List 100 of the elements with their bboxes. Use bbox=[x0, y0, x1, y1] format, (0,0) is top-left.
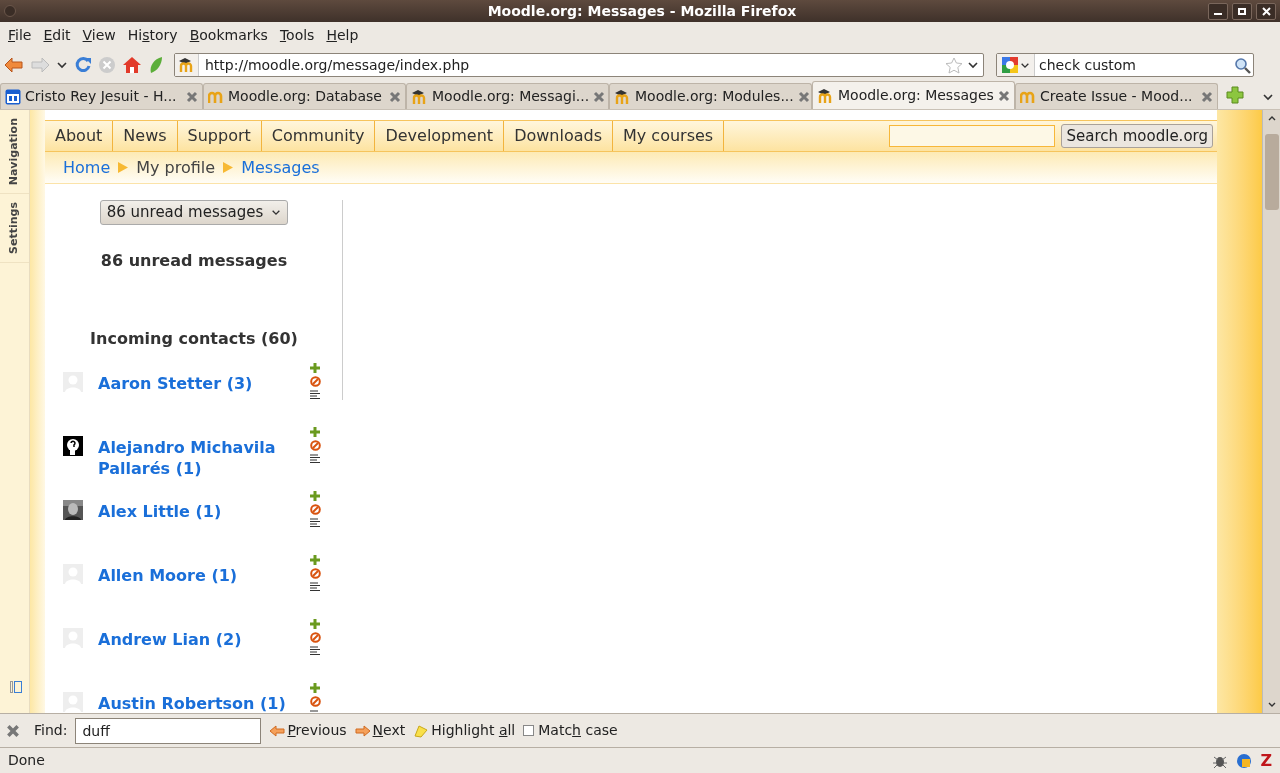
breadcrumb-item[interactable]: Home bbox=[63, 155, 111, 180]
block-icon[interactable] bbox=[309, 503, 321, 515]
close-button[interactable] bbox=[1256, 2, 1276, 20]
browser-tab[interactable]: Moodle.org: Database bbox=[203, 83, 406, 109]
contact-link[interactable]: Alejandro Michavila Pallarés (1) bbox=[98, 426, 288, 479]
contact-link[interactable]: Austin Robertson (1) bbox=[98, 682, 288, 713]
contact-link[interactable]: Alex Little (1) bbox=[98, 490, 288, 522]
block-icon[interactable] bbox=[309, 439, 321, 451]
match-case-label[interactable]: Match case bbox=[538, 720, 618, 741]
site-nav-link[interactable]: About bbox=[45, 121, 114, 151]
block-icon[interactable] bbox=[309, 631, 321, 643]
menu-item[interactable]: File bbox=[2, 24, 38, 46]
previous-button[interactable]: Previous bbox=[269, 720, 347, 741]
history-icon[interactable] bbox=[310, 517, 320, 528]
search-icon[interactable] bbox=[1234, 56, 1251, 74]
leaf-icon[interactable] bbox=[148, 56, 164, 74]
browser-tab[interactable]: Moodle.org: Messagi... bbox=[406, 83, 609, 109]
contact-link[interactable]: Andrew Lian (2) bbox=[98, 618, 288, 650]
zotero-logo[interactable]: Z bbox=[1260, 748, 1272, 773]
menu-item[interactable]: Tools bbox=[273, 24, 321, 46]
contacts-heading: Incoming contacts (60) bbox=[90, 327, 298, 350]
match-case-checkbox[interactable] bbox=[523, 725, 535, 736]
scrollbar[interactable] bbox=[1262, 110, 1280, 713]
site-search-button[interactable]: Search moodle.org bbox=[1061, 124, 1213, 148]
history-icon[interactable] bbox=[310, 453, 320, 464]
browser-tab[interactable]: Moodle.org: Modules... bbox=[609, 83, 812, 109]
moodle-icon bbox=[614, 88, 631, 105]
close-tab-icon[interactable] bbox=[797, 90, 810, 103]
bookmark-star-icon[interactable] bbox=[945, 56, 963, 74]
browser-tab[interactable]: Create Issue - Mood... bbox=[1015, 83, 1218, 109]
dropdown-icon[interactable] bbox=[967, 61, 979, 69]
add-icon[interactable] bbox=[310, 554, 320, 565]
contact-link[interactable]: Aaron Stetter (3) bbox=[98, 362, 288, 394]
history-dropdown-icon[interactable] bbox=[56, 61, 68, 69]
search-field[interactable]: check custom bbox=[996, 53, 1254, 77]
browser-tab[interactable]: Moodle.org: Messages bbox=[812, 81, 1015, 109]
site-nav-link[interactable]: Development bbox=[375, 121, 505, 151]
breadcrumb-item: My profile bbox=[136, 156, 216, 179]
history-icon[interactable] bbox=[310, 645, 320, 656]
block-icon[interactable] bbox=[309, 695, 321, 707]
menu-item[interactable]: History bbox=[121, 24, 184, 46]
menu-item[interactable]: Bookmarks bbox=[183, 24, 274, 46]
globe-icon[interactable] bbox=[1236, 752, 1253, 769]
address-field[interactable]: http://moodle.org/message/index.php bbox=[174, 53, 984, 77]
highlight-all-button[interactable]: Highlight all bbox=[413, 720, 516, 741]
moodle-icon bbox=[817, 87, 834, 104]
close-tab-icon[interactable] bbox=[1201, 90, 1213, 103]
search-engine-icon[interactable] bbox=[997, 54, 1035, 76]
site-nav-link[interactable]: My courses bbox=[613, 121, 725, 151]
minimize-button[interactable] bbox=[1208, 2, 1228, 20]
unread-heading: 86 unread messages bbox=[100, 249, 288, 272]
next-button[interactable]: Next bbox=[354, 720, 406, 741]
add-icon[interactable] bbox=[310, 362, 320, 373]
close-tab-icon[interactable] bbox=[593, 90, 606, 103]
close-icon[interactable] bbox=[6, 723, 20, 738]
site-search-field[interactable] bbox=[889, 125, 1056, 147]
site-nav-link[interactable]: Community bbox=[261, 121, 376, 151]
close-tab-icon[interactable] bbox=[998, 89, 1010, 102]
new-tab-icon[interactable] bbox=[1226, 86, 1244, 104]
home-icon[interactable] bbox=[122, 56, 142, 74]
add-icon[interactable] bbox=[310, 490, 320, 501]
close-tab-icon[interactable] bbox=[186, 90, 198, 103]
block-icon[interactable] bbox=[309, 375, 321, 387]
side-tab[interactable]: Settings bbox=[0, 194, 29, 264]
scroll-up-icon[interactable] bbox=[1266, 114, 1277, 122]
caret-icon bbox=[271, 208, 282, 216]
site-nav-link[interactable]: Support bbox=[177, 121, 262, 151]
reload-icon[interactable] bbox=[74, 56, 92, 74]
contact-link[interactable]: Allen Moore (1) bbox=[98, 554, 288, 586]
add-icon[interactable] bbox=[310, 426, 320, 437]
calendar-icon bbox=[5, 88, 21, 105]
menu-item[interactable]: Edit bbox=[37, 24, 77, 46]
history-icon[interactable] bbox=[310, 581, 320, 592]
close-tab-icon[interactable] bbox=[389, 90, 401, 103]
back-icon[interactable] bbox=[4, 57, 24, 73]
right-arrow-icon bbox=[354, 724, 371, 737]
menu-item[interactable]: View bbox=[76, 24, 122, 46]
add-icon[interactable] bbox=[310, 618, 320, 629]
scrollbar-thumb[interactable] bbox=[1264, 134, 1279, 210]
moodle-icon bbox=[178, 57, 195, 73]
side-tab[interactable]: Navigation bbox=[0, 110, 29, 195]
highlighter-icon bbox=[413, 723, 430, 738]
add-icon[interactable] bbox=[310, 682, 320, 693]
messages-dropdown[interactable]: 86 unread messages bbox=[99, 200, 289, 225]
browser-tab[interactable]: Cristo Rey Jesuit - H... bbox=[0, 83, 203, 109]
block-icon[interactable] bbox=[309, 567, 321, 579]
site-nav-link[interactable]: Downloads bbox=[504, 121, 613, 151]
menu-item[interactable]: Help bbox=[320, 24, 365, 46]
moodle-icon bbox=[411, 88, 428, 105]
tab-list-icon[interactable] bbox=[1262, 93, 1274, 101]
find-field[interactable]: duff bbox=[75, 717, 262, 744]
maximize-button[interactable] bbox=[1232, 2, 1252, 20]
history-icon[interactable] bbox=[310, 389, 320, 400]
site-nav-link[interactable]: News bbox=[113, 121, 178, 151]
find-label: Find: bbox=[34, 721, 68, 740]
breadcrumb-arrow-icon bbox=[223, 162, 234, 173]
breadcrumb-item[interactable]: Messages bbox=[241, 155, 320, 180]
scroll-down-icon[interactable] bbox=[1266, 701, 1277, 709]
panel-toggle-icon[interactable] bbox=[10, 681, 22, 693]
status-text: Done bbox=[8, 751, 45, 770]
